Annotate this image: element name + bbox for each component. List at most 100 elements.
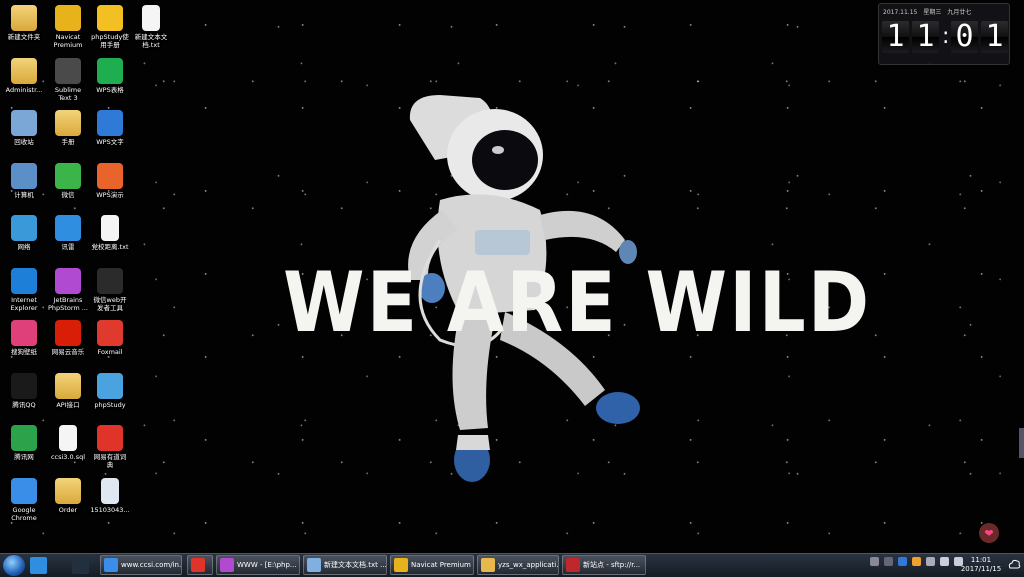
desktop-icon[interactable]: Sublime Text 3: [48, 57, 88, 102]
wallpaper-slogan: WE ARE WILD: [283, 255, 872, 352]
desktop-icon-label: 腾讯网: [14, 453, 34, 461]
desktop-icon-label: 网络: [17, 243, 31, 251]
taskbar-clock[interactable]: 11:01 2017/11/15: [958, 556, 1004, 574]
desktop: 新建文件夹 Navicat Premium phpStudy使 用手册 新建文本文 档…: [0, 0, 1024, 553]
text-file-icon: [101, 215, 119, 241]
chrome-icon: [104, 558, 118, 572]
gear-icon[interactable]: [926, 557, 935, 566]
desktop-icon[interactable]: 网易云音乐: [48, 320, 88, 356]
desktop-icon-label: 15103043...: [90, 505, 130, 514]
desktop-icon[interactable]: JetBrains PhpStorm ...: [48, 267, 88, 312]
ime-icon[interactable]: [870, 557, 879, 566]
desktop-icon[interactable]: 党校距离.txt: [90, 215, 130, 251]
desktop-icon[interactable]: 15103043...: [90, 477, 130, 514]
desktop-icon-label: 讯雷: [61, 243, 75, 251]
clock-minute-digit-2: 1: [981, 21, 1008, 53]
desktop-icon-label: Foxmail: [97, 348, 123, 356]
desktop-icon-label: WPS演示: [96, 190, 124, 199]
taskbar-button[interactable]: Navicat Premium: [390, 555, 474, 575]
youdao-icon: [97, 425, 123, 451]
user-folder-icon: [11, 57, 37, 84]
taskbar-button[interactable]: 新建文本文档.txt ...: [303, 555, 387, 575]
qq-icon: [11, 372, 37, 399]
desktop-icon[interactable]: 腾讯网: [4, 425, 44, 461]
folder-icon: [55, 372, 81, 399]
tencent-news-icon: [11, 425, 37, 451]
desktop-icon[interactable]: 搜狗壁纸: [4, 320, 44, 356]
desktop-icon[interactable]: ccsi3.0.sql: [48, 425, 88, 461]
desktop-icon[interactable]: 腾讯QQ: [4, 372, 44, 409]
desktop-icon-label: 新建文本文 档.txt: [134, 33, 168, 49]
desktop-icon-label: 党校距离.txt: [91, 243, 129, 251]
desktop-icon[interactable]: 新建文本文 档.txt: [131, 5, 171, 49]
desktop-icon[interactable]: WPS演示: [90, 162, 130, 199]
taskbar-button-label: 新建文本文档.txt ...: [324, 561, 387, 569]
desktop-icon-label: 网易云音乐: [51, 348, 85, 356]
notification-cloud-icon[interactable]: [1008, 556, 1021, 574]
start-button[interactable]: [3, 555, 25, 576]
terminal-quick-icon[interactable]: [72, 557, 89, 574]
desktop-icon[interactable]: Foxmail: [90, 320, 130, 356]
desktop-icon[interactable]: phpStudy使 用手册: [90, 5, 130, 49]
wps-sheet-icon: [97, 57, 123, 84]
desktop-icon[interactable]: 新建文件夹: [4, 5, 44, 41]
taskbar-button[interactable]: [187, 555, 213, 575]
taskbar-button[interactable]: yzs_wx_applicati...: [477, 555, 559, 575]
network-icon: [11, 215, 37, 241]
desktop-icon-label: JetBrains PhpStorm ...: [48, 295, 88, 312]
edge-dock-handle[interactable]: [1019, 428, 1024, 458]
taskbar-button-label: www.ccsi.com/in...: [121, 561, 182, 569]
clock-hour-digit-2: 1: [912, 21, 939, 53]
taskbar-button[interactable]: WWW - [E:\php...: [216, 555, 300, 575]
desktop-icon-label: 回收站: [14, 138, 34, 146]
desktop-icon[interactable]: 微信web开 发者工具: [90, 267, 130, 312]
desktop-icon[interactable]: 手册: [48, 110, 88, 146]
image-file-icon: [101, 477, 119, 504]
desktop-icon-label: API接口: [56, 400, 80, 409]
desktop-icon[interactable]: Internet Explorer: [4, 267, 44, 312]
desktop-icon[interactable]: 网易有道词 典: [90, 425, 130, 469]
clock-hour-digit-1: 1: [882, 21, 909, 53]
taskbar-button[interactable]: www.ccsi.com/in...: [100, 555, 182, 575]
desktop-icon-label: Internet Explorer: [10, 295, 38, 312]
desktop-icon-label: 网易有道词 典: [93, 453, 127, 469]
desktop-icon[interactable]: WPS文字: [90, 110, 130, 146]
taskbar-date: 2017/11/15: [960, 565, 1002, 573]
clock-separator: :: [942, 24, 950, 49]
shield-icon[interactable]: [898, 557, 907, 566]
desktop-icon[interactable]: WPS表格: [90, 57, 130, 94]
orange-app-icon[interactable]: [912, 557, 921, 566]
taskbar-button[interactable]: 新站点 - sftp://r...: [562, 555, 646, 575]
desktop-icon[interactable]: phpStudy: [90, 372, 130, 409]
taskbar-button-label: 新站点 - sftp://r...: [583, 561, 641, 569]
recycle-bin-icon: [11, 110, 37, 136]
desktop-icon[interactable]: 计算机: [4, 162, 44, 199]
desktop-icon[interactable]: 微信: [48, 162, 88, 199]
desktop-icon[interactable]: 网络: [4, 215, 44, 251]
desktop-icon[interactable]: Administr...: [4, 57, 44, 94]
desktop-icon-label: Navicat Premium: [53, 33, 83, 49]
desktop-icon[interactable]: Google Chrome: [4, 477, 44, 522]
folder-icon: [55, 110, 81, 136]
desktop-icon[interactable]: 回收站: [4, 110, 44, 146]
youdao-icon: [191, 558, 205, 572]
clock-minute-digit-1: 0: [951, 21, 978, 53]
network-icon[interactable]: [940, 557, 949, 566]
desktop-icon[interactable]: API接口: [48, 372, 88, 409]
desktop-icon[interactable]: 讯雷: [48, 215, 88, 251]
thunder-icon: [55, 215, 81, 241]
taskbar-button-label: yzs_wx_applicati...: [498, 561, 559, 569]
chrome-icon: [11, 477, 37, 504]
thunder-quick-icon[interactable]: [30, 557, 47, 574]
wechat-devtools-icon: [97, 267, 123, 294]
arrow-up-icon[interactable]: [884, 557, 893, 566]
navicat-icon: [55, 5, 81, 31]
desktop-icon-label: 微信web开 发者工具: [93, 295, 127, 312]
phpstudy-icon: [97, 372, 123, 399]
desktop-icon[interactable]: Order: [48, 477, 88, 514]
filezilla-icon: [566, 558, 580, 572]
clock-widget-date: 2017.11.15 星期三 九月廿七: [883, 9, 972, 16]
desktop-icon[interactable]: Navicat Premium: [48, 5, 88, 49]
heart-icon[interactable]: ❤: [979, 523, 999, 543]
help-icon: [97, 5, 123, 31]
